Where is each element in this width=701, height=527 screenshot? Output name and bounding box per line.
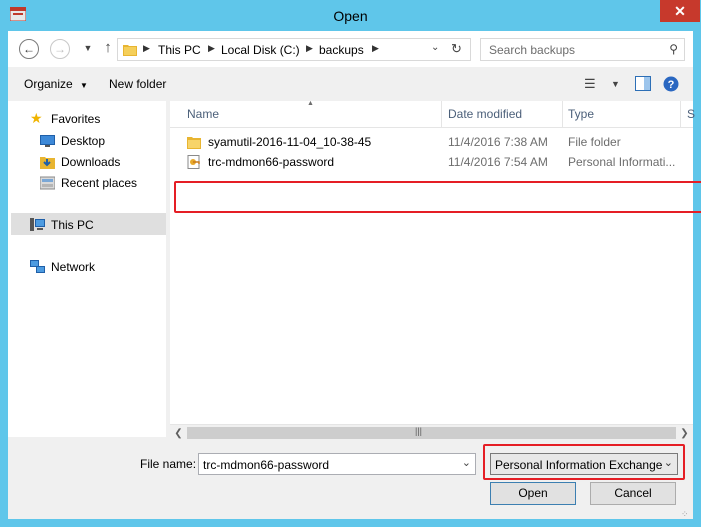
column-divider[interactable] (562, 101, 563, 127)
back-button[interactable]: ← (19, 39, 39, 59)
chevron-right-icon[interactable]: ▶ (306, 43, 313, 54)
preview-pane-icon[interactable] (635, 76, 651, 94)
chevron-down-icon: ▼ (80, 81, 88, 90)
nav-label: Network (51, 260, 96, 274)
close-button[interactable]: ✕ (660, 0, 700, 22)
refresh-icon[interactable]: ↻ (451, 41, 462, 57)
nav-label: Desktop (61, 134, 106, 148)
file-type: Personal Informati... (568, 155, 676, 169)
new-folder-button[interactable]: New folder (109, 77, 166, 91)
table-row[interactable]: syamutil-2016-11-04_10-38-45 11/4/2016 7… (170, 132, 693, 152)
recent-places-icon (40, 176, 55, 190)
title-bar[interactable]: Open ✕ (0, 0, 701, 31)
chevron-right-icon[interactable]: ▶ (208, 43, 215, 54)
chevron-right-icon[interactable]: ▶ (143, 43, 150, 54)
file-name-value: trc-mdmon66-password (203, 458, 330, 472)
downloads-icon (40, 157, 55, 169)
table-row[interactable]: trc-mdmon66-password 11/4/2016 7:54 AM P… (170, 152, 693, 172)
scroll-left-icon[interactable]: ❮ (171, 426, 186, 441)
organize-button[interactable]: Organize ▼ (24, 77, 88, 91)
recent-locations-dropdown-icon[interactable]: ▼ (78, 39, 98, 59)
open-button[interactable]: Open (490, 482, 576, 505)
file-name-field[interactable]: trc-mdmon66-password ⌄ (198, 453, 476, 475)
file-date: 11/4/2016 7:54 AM (448, 155, 548, 169)
address-bar[interactable]: ▶ This PC ▶ Local Disk (C:) ▶ backups ▶ … (117, 38, 471, 61)
computer-icon (30, 218, 45, 231)
column-header-date-modified[interactable]: Date modified (448, 107, 522, 121)
resize-grip-icon[interactable]: ⁘ (681, 509, 689, 520)
nav-label: Favorites (51, 112, 101, 126)
file-name-label: File name: (140, 457, 197, 471)
desktop-icon (40, 135, 55, 147)
search-placeholder: Search backups (489, 43, 576, 57)
open-dialog: Open ✕ ← → ▼ ↑ ▶ This PC ▶ Local Disk (C… (0, 0, 701, 527)
nav-label: This PC (51, 218, 94, 232)
folder-icon (187, 137, 201, 149)
up-arrow-icon[interactable]: ↑ (98, 39, 118, 59)
change-view-icon[interactable]: ☰ (584, 76, 596, 92)
chevron-down-icon[interactable]: ⌄ (462, 456, 471, 469)
forward-button[interactable]: → (50, 39, 70, 59)
breadcrumb-backups[interactable]: backups (319, 43, 364, 57)
file-name: trc-mdmon66-password (208, 155, 335, 169)
network-icon (30, 260, 45, 273)
sort-ascending-icon: ▲ (307, 100, 314, 107)
column-header-row: ▲ Name Date modified Type S (170, 100, 695, 128)
file-highlight-annotation (174, 181, 701, 213)
nav-label: Recent places (61, 176, 138, 190)
grip-icon: ||| (415, 426, 423, 436)
nav-label: Downloads (61, 155, 121, 169)
scrollbar-thumb[interactable]: ||| (187, 426, 676, 439)
breadcrumb-local-disk[interactable]: Local Disk (C:) (221, 43, 300, 57)
file-name: syamutil-2016-11-04_10-38-45 (208, 135, 372, 149)
organize-label: Organize (24, 77, 73, 91)
search-input[interactable]: Search backups ⚲ (480, 38, 685, 61)
view-options-dropdown-icon[interactable]: ▼ (611, 79, 620, 89)
help-icon[interactable]: ? (663, 76, 679, 95)
column-header-type[interactable]: Type (568, 107, 594, 121)
window-title: Open (333, 8, 368, 24)
svg-text:?: ? (668, 79, 675, 91)
folder-icon (123, 45, 137, 56)
file-date: 11/4/2016 7:38 AM (448, 135, 548, 149)
chevron-right-icon[interactable]: ▶ (372, 43, 379, 54)
file-list: ▲ Name Date modified Type S syamutil-201… (170, 100, 701, 437)
chevron-down-icon[interactable]: ⌄ (431, 42, 439, 53)
pfx-certificate-icon (187, 155, 200, 169)
search-icon[interactable]: ⚲ (669, 42, 678, 56)
cancel-button[interactable]: Cancel (590, 482, 676, 505)
horizontal-scrollbar[interactable]: ❮ ||| ❯ (170, 424, 693, 442)
navigation-pane: ★ Favorites Desktop Downloads Recent pla… (8, 101, 166, 437)
column-header-size[interactable]: S (687, 107, 695, 121)
column-divider[interactable] (680, 101, 681, 127)
dialog-client: ← → ▼ ↑ ▶ This PC ▶ Local Disk (C:) ▶ ba… (8, 31, 701, 520)
star-icon: ★ (30, 110, 43, 126)
address-row: ← → ▼ ↑ ▶ This PC ▶ Local Disk (C:) ▶ ba… (8, 31, 693, 67)
column-divider[interactable] (441, 101, 442, 127)
file-type-highlight-annotation (483, 444, 685, 480)
scroll-right-icon[interactable]: ❯ (677, 426, 692, 441)
breadcrumb-this-pc[interactable]: This PC (158, 43, 201, 57)
file-type: File folder (568, 135, 621, 149)
command-bar: Organize ▼ New folder ☰ ▼ ? (8, 67, 693, 101)
column-header-name[interactable]: Name (187, 107, 219, 121)
